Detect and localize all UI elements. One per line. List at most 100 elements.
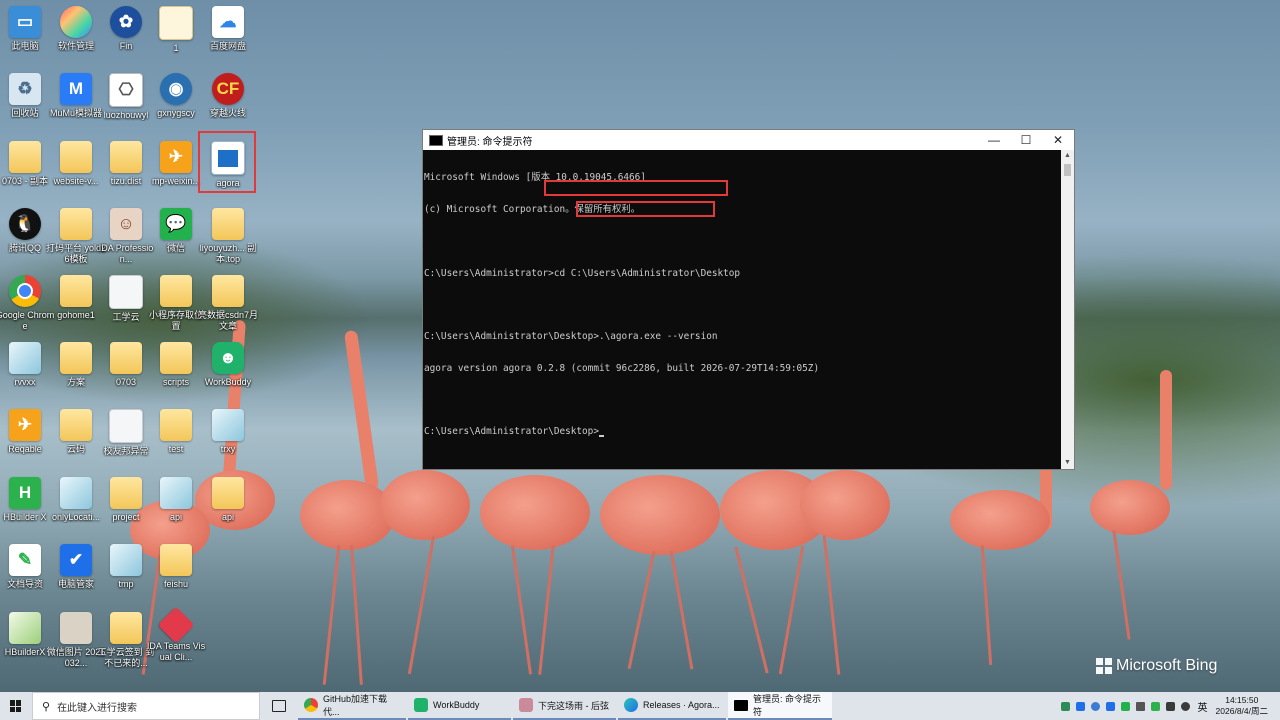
cmd-icon xyxy=(734,699,748,711)
windows-logo-icon xyxy=(1096,658,1112,674)
ida-teams-icon xyxy=(157,606,195,644)
taskbar-clock[interactable]: 14:15:50 2026/8/4/周二 xyxy=(1216,695,1268,717)
file-icon xyxy=(160,477,192,509)
desktop-icon-ida-teams[interactable]: IDA Teams Visual Cli... xyxy=(145,606,207,663)
cmd-title-bar[interactable]: 管理员: 命令提示符 — ☐ ✕ xyxy=(423,130,1074,150)
monitor-icon: ▭ xyxy=(9,6,41,38)
taskbar-item-workbuddy[interactable]: WorkBuddy xyxy=(408,692,511,720)
taskbar: ⚲ 在此键入进行搜索 GitHub加速下载代... WorkBuddy 下完这场… xyxy=(0,692,1280,720)
windows-logo-icon xyxy=(10,700,22,712)
shield-icon: ✔ xyxy=(60,544,92,576)
folder-icon xyxy=(160,409,192,441)
tray-app-icon[interactable] xyxy=(1075,701,1085,711)
terminal-line: C:\Users\Administrator\Desktop>.\agora.e… xyxy=(424,331,718,343)
chrome-icon xyxy=(9,275,41,307)
close-button[interactable]: ✕ xyxy=(1042,130,1074,150)
terminal-line: agora version agora 0.2.8 (commit 96c228… xyxy=(424,362,820,374)
file-icon xyxy=(159,6,193,40)
tray-app-icon[interactable] xyxy=(1060,701,1070,711)
chrome-icon xyxy=(304,698,318,712)
mumu-icon: M xyxy=(60,73,92,105)
text-cursor xyxy=(598,435,604,438)
system-tray: 英 14:15:50 2026/8/4/周二 xyxy=(1060,692,1280,720)
file-icon xyxy=(9,342,41,374)
search-icon: ⚲ xyxy=(42,700,51,713)
gxnygscy-icon: ◉ xyxy=(160,73,192,105)
task-view-button[interactable] xyxy=(260,692,298,720)
file-icon xyxy=(212,409,244,441)
software-manager-icon xyxy=(60,6,92,38)
edge-icon xyxy=(624,698,638,712)
wechat-icon: 💬 xyxy=(160,208,192,240)
minimize-button[interactable]: — xyxy=(978,130,1010,150)
folder-icon xyxy=(60,141,92,173)
cmd-title: 管理员: 命令提示符 xyxy=(447,136,533,148)
network-icon[interactable] xyxy=(1165,701,1175,711)
folder-icon xyxy=(160,544,192,576)
folder-icon xyxy=(9,141,41,173)
folder-icon xyxy=(60,342,92,374)
folder-icon xyxy=(160,275,192,307)
terminal-line: Microsoft Windows [版本 10.0.19045.6466] xyxy=(424,172,646,184)
desktop-icon-crossfire[interactable]: CF 穿越火线 xyxy=(197,69,259,119)
terminal-line: C:\Users\Administrator>cd C:\Users\Admin… xyxy=(424,267,741,279)
desktop-icon-trxy[interactable]: trxy xyxy=(197,405,259,455)
image-icon xyxy=(60,612,92,644)
file-icon xyxy=(110,544,142,576)
folder-icon xyxy=(160,342,192,374)
terminal-prompt-line: C:\Users\Administrator\Desktop> xyxy=(424,427,1061,438)
folder-icon xyxy=(60,275,92,307)
crossfire-icon: CF xyxy=(212,73,244,105)
recycle-bin-icon: ♻ xyxy=(9,73,41,105)
shield-icon[interactable] xyxy=(1105,701,1115,711)
folder-icon xyxy=(212,477,244,509)
folder-icon xyxy=(60,409,92,441)
folder-icon xyxy=(212,275,244,307)
maximize-button[interactable]: ☐ xyxy=(1010,130,1042,150)
show-hidden-icons[interactable] xyxy=(1135,701,1145,711)
tray-app-icon[interactable] xyxy=(1150,701,1160,711)
desktop-icon-workbuddy[interactable]: ☻ WorkBuddy xyxy=(197,338,259,388)
music-player-icon xyxy=(519,698,533,712)
taskbar-item-music[interactable]: 下完这场雨 - 后弦 xyxy=(513,692,616,720)
file-icon xyxy=(109,275,143,309)
desktop-icon-csdn-articles[interactable]: 亮数据csdn7月文章 xyxy=(197,271,259,332)
clock-time: 14:15:50 xyxy=(1225,695,1259,705)
file-icon xyxy=(109,409,143,443)
desktop-icon-baidu-netdisk[interactable]: ☁ 百度网盘 xyxy=(197,2,259,52)
wechat-icon[interactable] xyxy=(1120,701,1130,711)
fin-icon: ✿ xyxy=(110,6,142,38)
taskbar-item-cmd[interactable]: 管理员: 命令提示符 xyxy=(728,692,832,720)
scroll-up-icon[interactable]: ▲ xyxy=(1061,150,1074,162)
agora-highlight-box xyxy=(198,131,256,193)
document-icon: ✎ xyxy=(9,544,41,576)
folder-icon xyxy=(110,342,142,374)
workbuddy-icon xyxy=(414,698,428,712)
taskbar-item-releases[interactable]: Releases · Agora... xyxy=(618,692,726,720)
cmd-scrollbar[interactable]: ▲ ▼ xyxy=(1061,150,1074,469)
volume-icon[interactable] xyxy=(1180,701,1190,711)
taskbar-search-box[interactable]: ⚲ 在此键入进行搜索 xyxy=(32,692,260,720)
desktop-icon-liyouyuzh[interactable]: liyouyuzh... 副本.top xyxy=(197,204,259,265)
desktop: ▭ 此电脑 软件管理 ✿ Fin 1 ☁ 百度网盘 ♻ 回收站 M MuMu模拟… xyxy=(0,0,1280,692)
luozhouwyl-icon: ⎔ xyxy=(109,73,143,107)
hbuilder-icon: H xyxy=(9,477,41,509)
folder-icon xyxy=(60,208,92,240)
desktop-icon-feishu[interactable]: feishu xyxy=(145,540,207,590)
terminal-output[interactable]: Microsoft Windows [版本 10.0.19045.6466] (… xyxy=(423,150,1061,469)
file-icon xyxy=(9,612,41,644)
qq-icon: 🐧 xyxy=(9,208,41,240)
search-placeholder: 在此键入进行搜索 xyxy=(57,702,138,714)
taskbar-item-github[interactable]: GitHub加速下载代... xyxy=(298,692,406,720)
start-button[interactable] xyxy=(0,692,32,720)
scroll-down-icon[interactable]: ▼ xyxy=(1061,457,1074,469)
desktop-icon-api-2[interactable]: api xyxy=(197,473,259,523)
scrollbar-thumb[interactable] xyxy=(1064,164,1071,176)
input-language-indicator[interactable]: 英 xyxy=(1198,699,1208,714)
folder-icon xyxy=(110,612,142,644)
cmd-window[interactable]: 管理员: 命令提示符 — ☐ ✕ Microsoft Windows [版本 1… xyxy=(422,129,1075,470)
task-view-icon xyxy=(272,700,286,712)
clock-date: 2026/8/4/周二 xyxy=(1215,706,1268,716)
tray-app-icon[interactable] xyxy=(1090,701,1100,711)
